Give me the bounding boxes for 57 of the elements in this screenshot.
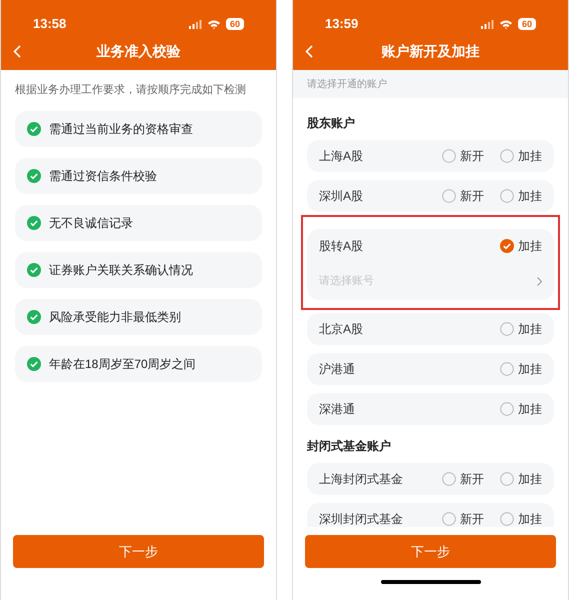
radio-option[interactable]: 新开 bbox=[442, 147, 484, 165]
radio-option[interactable]: 加挂 bbox=[500, 237, 542, 255]
account-name: 深圳封闭式基金 bbox=[319, 510, 404, 527]
check-label: 证券账户关联关系确认情况 bbox=[49, 262, 193, 278]
battery-level: 60 bbox=[518, 18, 536, 30]
account-name: 股转A股 bbox=[319, 238, 364, 255]
option-label: 加挂 bbox=[518, 148, 542, 165]
radio-option[interactable]: 加挂 bbox=[500, 400, 542, 418]
back-icon[interactable] bbox=[305, 44, 313, 58]
hint-text: 请选择开通的账户 bbox=[307, 78, 387, 92]
intro-text: 根据业务办理工作要求，请按顺序完成如下检测 bbox=[15, 82, 247, 98]
account-name: 沪港通 bbox=[319, 360, 356, 378]
account-name: 上海A股 bbox=[319, 148, 364, 165]
status-time: 13:58 bbox=[33, 15, 66, 34]
battery-level: 60 bbox=[226, 18, 244, 30]
radio-option[interactable]: 加挂 bbox=[500, 320, 542, 338]
account-name: 深港通 bbox=[319, 400, 356, 418]
status-time: 13:59 bbox=[325, 15, 358, 34]
check-label: 需通过当前业务的资格审查 bbox=[49, 120, 193, 138]
next-button[interactable]: 下一步 bbox=[13, 535, 264, 568]
option-label: 加挂 bbox=[518, 238, 542, 255]
option-label: 新开 bbox=[460, 470, 484, 488]
account-name: 深圳A股 bbox=[319, 188, 364, 205]
account-name: 北京A股 bbox=[319, 320, 364, 338]
signal-icon bbox=[480, 20, 494, 28]
option-label: 加挂 bbox=[518, 188, 542, 205]
radio-option[interactable]: 新开 bbox=[442, 470, 484, 488]
option-label: 新开 bbox=[460, 510, 484, 527]
radio-option[interactable]: 加挂 bbox=[500, 147, 542, 165]
radio-option[interactable]: 加挂 bbox=[500, 510, 542, 527]
option-label: 加挂 bbox=[518, 400, 542, 418]
check-label: 年龄在18周岁至70周岁之间 bbox=[49, 356, 196, 372]
check-label: 风险承受能力非最低类别 bbox=[49, 308, 181, 326]
option-label: 新开 bbox=[460, 188, 484, 205]
back-icon[interactable] bbox=[13, 44, 21, 58]
option-label: 加挂 bbox=[518, 510, 542, 527]
radio-option[interactable]: 新开 bbox=[442, 187, 484, 205]
next-button[interactable]: 下一步 bbox=[305, 535, 556, 568]
chevron-right-icon bbox=[537, 276, 542, 286]
page-title: 账户新开及加挂 bbox=[382, 42, 480, 60]
radio-option[interactable]: 加挂 bbox=[500, 360, 542, 378]
radio-option[interactable]: 加挂 bbox=[500, 470, 542, 488]
account-name: 上海封闭式基金 bbox=[319, 470, 404, 488]
check-label: 需通过资信条件校验 bbox=[49, 168, 157, 184]
radio-option[interactable]: 加挂 bbox=[500, 187, 542, 205]
section-title: 股东账户 bbox=[307, 115, 356, 132]
check-label: 无不良诚信记录 bbox=[49, 214, 133, 232]
option-label: 加挂 bbox=[518, 360, 542, 378]
wifi-icon bbox=[500, 20, 512, 28]
radio-option[interactable]: 新开 bbox=[442, 510, 484, 527]
section-title: 封闭式基金账户 bbox=[307, 438, 392, 454]
signal-icon bbox=[188, 20, 202, 28]
option-label: 新开 bbox=[460, 148, 484, 165]
option-label: 加挂 bbox=[518, 320, 542, 338]
option-label: 加挂 bbox=[518, 470, 542, 488]
page-title: 业务准入校验 bbox=[96, 42, 180, 60]
wifi-icon bbox=[208, 20, 220, 28]
